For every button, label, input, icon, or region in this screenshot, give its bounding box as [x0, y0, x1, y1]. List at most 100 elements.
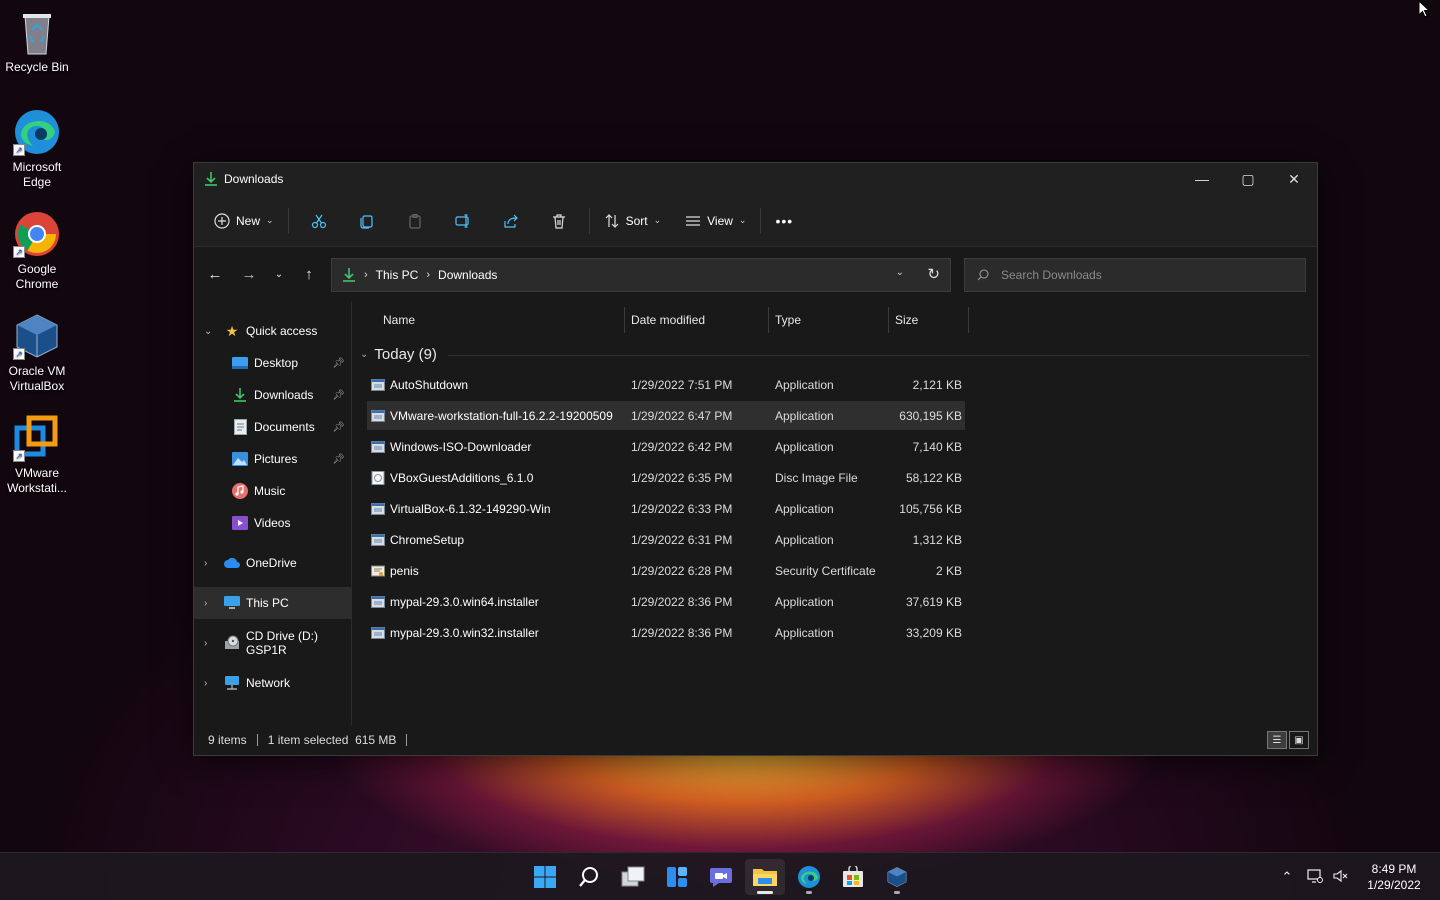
chat-button[interactable] [701, 859, 741, 895]
nav-downloads[interactable]: Downloads 📌︎ [194, 379, 351, 411]
view-button[interactable]: View ⌄ [677, 204, 754, 238]
clock[interactable]: 8:49 PM 1/29/2022 [1354, 861, 1434, 893]
desktop-icon-chrome[interactable]: ↗ Google Chrome [0, 210, 74, 292]
nav-documents[interactable]: Documents 📌︎ [194, 411, 351, 443]
paste-button[interactable] [391, 204, 439, 238]
refresh-icon[interactable]: ↻ [927, 265, 940, 283]
arrow-left-icon: ← [207, 265, 223, 283]
volume-muted-icon[interactable] [1328, 869, 1354, 886]
chevron-down-icon: ⌄ [360, 348, 369, 360]
breadcrumb-this-pc[interactable]: This PC [376, 268, 419, 282]
delete-button[interactable] [535, 204, 583, 238]
shortcut-arrow-icon: ↗ [13, 450, 25, 462]
file-list: Name Date modified Type Size ⌄ Today (9)… [352, 301, 1317, 725]
file-row[interactable]: penis 1/29/2022 6:28 PM Security Certifica… [352, 555, 1317, 586]
column-header-date[interactable]: Date modified [631, 301, 705, 339]
file-explorer-taskbar-button[interactable] [745, 859, 785, 895]
file-name: VMware-workstation-full-16.2.2-19200509 [390, 408, 613, 423]
task-view-button[interactable] [613, 859, 653, 895]
start-button[interactable] [525, 859, 565, 895]
breadcrumb-downloads[interactable]: Downloads [438, 268, 497, 282]
desktop-icon-vmware[interactable]: ↗ VMware Workstati... [0, 414, 74, 496]
star-icon: ★ [225, 322, 239, 339]
command-bar: New ⌄ Sort ⌄ View ⌄ ••• [194, 195, 1317, 247]
file-row[interactable]: mypal-29.3.0.win32.installer 1/29/2022 8:… [352, 617, 1317, 648]
network-icon[interactable] [1302, 868, 1328, 886]
file-date: 1/29/2022 6:28 PM [631, 563, 733, 578]
search-button[interactable] [569, 859, 609, 895]
nav-quick-access[interactable]: ⌄ ★ Quick access [194, 315, 351, 347]
nav-desktop[interactable]: Desktop 📌︎ [194, 347, 351, 379]
file-name: Windows-ISO-Downloader [390, 439, 532, 454]
address-dropdown-icon[interactable]: ⌄ [896, 267, 904, 278]
divider [256, 734, 258, 746]
folder-icon [753, 869, 777, 886]
maximize-button[interactable]: ▢ [1225, 163, 1271, 195]
nav-label: Network [246, 676, 291, 690]
selection-info: 1 item selected 615 MB [267, 733, 397, 747]
rename-button[interactable] [439, 204, 487, 238]
recent-locations-button[interactable]: ⌄ [264, 259, 294, 289]
copy-button[interactable] [343, 204, 391, 238]
file-row[interactable]: Windows-ISO-Downloader 1/29/2022 6:42 PM A… [352, 431, 1317, 462]
nav-cd-drive[interactable]: › CD Drive (D:) GSP1R [194, 627, 351, 659]
file-date: 1/29/2022 8:36 PM [631, 594, 733, 609]
large-icons-view-button[interactable]: ▣ [1289, 731, 1309, 749]
widgets-button[interactable] [657, 859, 697, 895]
minimize-button[interactable]: — [1179, 163, 1225, 195]
details-view-button[interactable]: ☰ [1267, 731, 1287, 749]
up-button[interactable]: ↑ [294, 259, 324, 289]
cut-button[interactable] [295, 204, 343, 238]
virtualbox-taskbar-button[interactable] [877, 859, 917, 895]
store-button[interactable] [833, 859, 873, 895]
title-bar[interactable]: Downloads — ▢ ✕ [194, 163, 1317, 195]
system-tray: ⌃ 8:49 PM 1/29/2022 [1274, 853, 1440, 900]
close-button[interactable]: ✕ [1271, 163, 1317, 195]
new-button[interactable]: New ⌄ [206, 204, 282, 238]
file-name: VBoxGuestAdditions_6.1.0 [390, 470, 534, 485]
file-row[interactable]: VBoxGuestAdditions_6.1.0 1/29/2022 6:35 P… [352, 462, 1317, 493]
nav-network[interactable]: › Network [194, 667, 351, 699]
file-size: 1,312 KB [912, 532, 962, 547]
column-header-size[interactable]: Size [895, 301, 918, 339]
search-box[interactable] [964, 258, 1306, 292]
desktop-icon-recycle-bin[interactable]: Recycle Bin [0, 8, 74, 75]
share-icon [503, 214, 518, 228]
back-button[interactable]: ← [200, 259, 230, 289]
nav-onedrive[interactable]: › OneDrive [194, 547, 351, 579]
chevron-up-icon[interactable]: ⌃ [1274, 869, 1300, 885]
file-type: Application [775, 625, 834, 640]
share-button[interactable] [487, 204, 535, 238]
column-header-type[interactable]: Type [775, 301, 801, 339]
recycle-bin-icon [13, 8, 61, 56]
shortcut-arrow-icon: ↗ [13, 246, 25, 258]
file-row[interactable]: VMware-workstation-full-16.2.2-19200509 1… [352, 400, 1317, 431]
file-row[interactable]: mypal-29.3.0.win64.installer 1/29/2022 8:… [352, 586, 1317, 617]
sort-button[interactable]: Sort ⌄ [596, 204, 670, 238]
nav-music[interactable]: Music [194, 475, 351, 507]
file-name: mypal-29.3.0.win32.installer [390, 625, 539, 640]
file-row[interactable]: AutoShutdown 1/29/2022 7:51 PM Application… [352, 369, 1317, 400]
nav-videos[interactable]: Videos [194, 507, 351, 539]
more-options-button[interactable]: ••• [767, 204, 801, 238]
address-bar[interactable]: › This PC › Downloads ⌄ ↻ [331, 258, 951, 292]
details-view-icon: ☰ [1272, 734, 1282, 746]
divider [888, 307, 889, 333]
desktop-icon-label: Microsoft Edge [12, 160, 62, 189]
search-input[interactable] [1001, 268, 1281, 282]
desktop-icon-edge[interactable]: ↗ Microsoft Edge [0, 108, 74, 190]
divider [588, 207, 590, 234]
file-row[interactable]: ChromeSetup 1/29/2022 6:31 PM Application 1… [352, 524, 1317, 555]
desktop-icon-virtualbox[interactable]: ↗ Oracle VM VirtualBox [0, 312, 74, 394]
divider [968, 307, 969, 333]
nav-this-pc[interactable]: › This PC [194, 587, 351, 619]
column-header-name[interactable]: Name [383, 301, 415, 339]
nav-pictures[interactable]: Pictures 📌︎ [194, 443, 351, 475]
file-row[interactable]: VirtualBox-6.1.32-149290-Win 1/29/2022 6:… [352, 493, 1317, 524]
downloads-icon [232, 387, 248, 403]
file-explorer-window: Downloads — ▢ ✕ New ⌄ Sort ⌄ View ⌄ ••• … [193, 162, 1318, 756]
forward-button[interactable]: → [234, 259, 264, 289]
file-app-icon [371, 502, 385, 516]
group-header-today[interactable]: ⌄ Today (9) [352, 339, 1317, 369]
edge-taskbar-button[interactable] [789, 859, 829, 895]
